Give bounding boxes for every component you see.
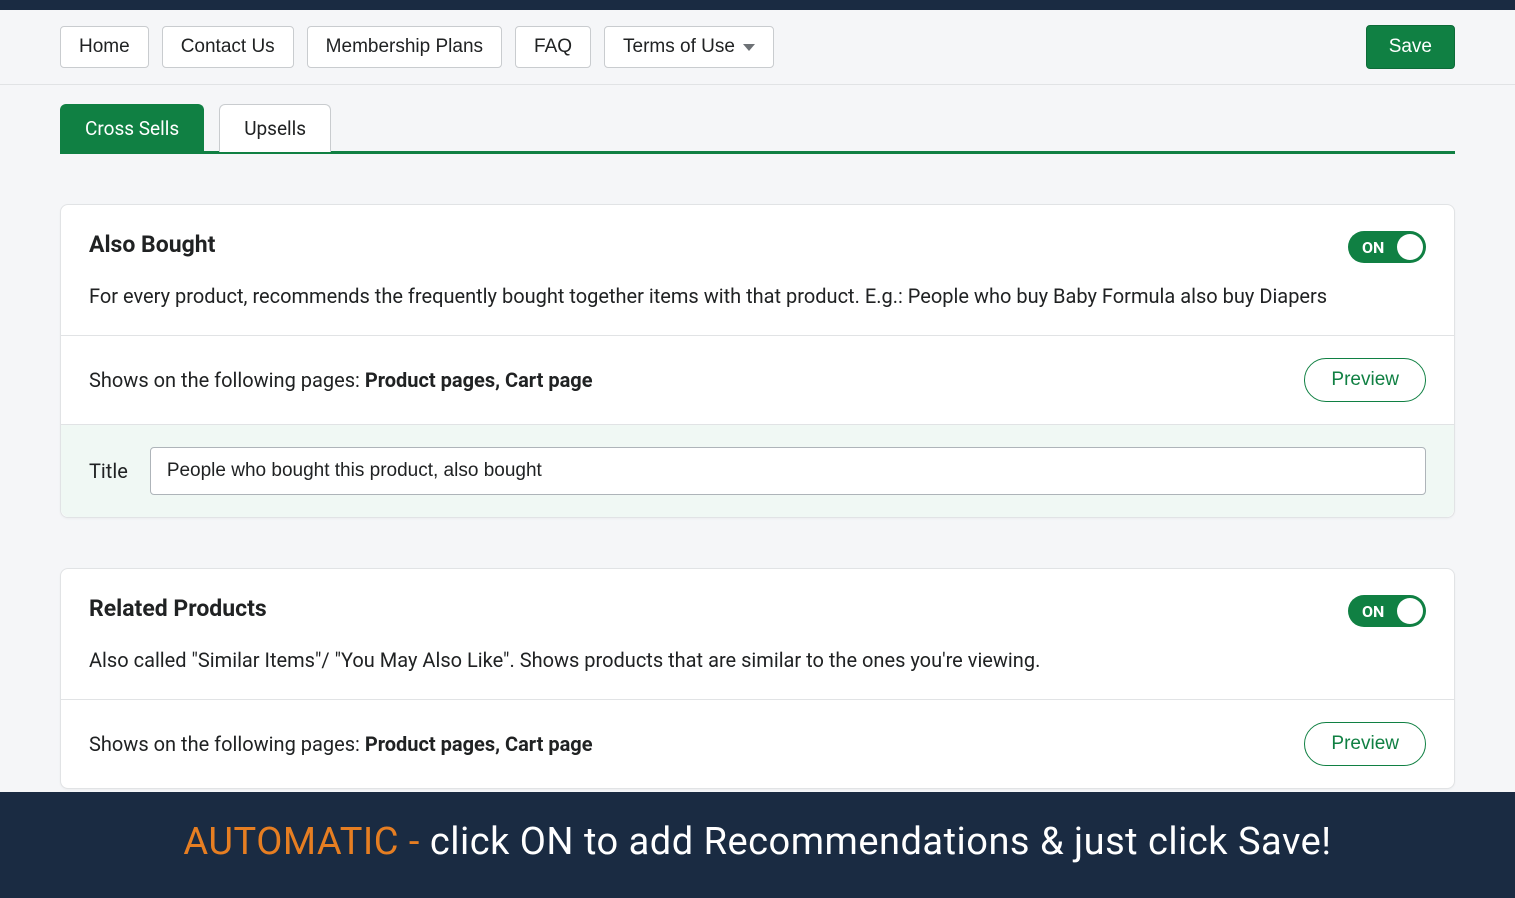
preview-button[interactable]: Preview xyxy=(1304,722,1426,766)
nav-buttons: Home Contact Us Membership Plans FAQ Ter… xyxy=(60,26,774,68)
bottom-banner: AUTOMATIC - click ON to add Recommendati… xyxy=(0,792,1515,898)
nav-membership-plans[interactable]: Membership Plans xyxy=(307,26,502,68)
save-label: Save xyxy=(1389,36,1432,57)
card-also-bought: Also Bought ON For every product, recomm… xyxy=(60,204,1455,518)
save-button[interactable]: Save xyxy=(1366,25,1455,69)
nav-label: Membership Plans xyxy=(326,36,483,58)
nav-terms-of-use[interactable]: Terms of Use xyxy=(604,26,774,68)
nav-contact-us[interactable]: Contact Us xyxy=(162,26,294,68)
toggle-knob xyxy=(1397,234,1423,260)
card-pages-row: Shows on the following pages: Product pa… xyxy=(61,335,1454,424)
card-header: Also Bought ON xyxy=(61,205,1454,263)
toggle-label: ON xyxy=(1362,238,1384,257)
main-content: Cross Sells Upsells Also Bought ON For e… xyxy=(0,103,1515,789)
pages-prefix: Shows on the following pages: xyxy=(89,368,365,392)
nav-label: Contact Us xyxy=(181,36,275,58)
card-related-products: Related Products ON Also called "Similar… xyxy=(60,568,1455,789)
card-pages-row: Shows on the following pages: Product pa… xyxy=(61,699,1454,788)
tabs: Cross Sells Upsells xyxy=(60,103,1455,154)
nav-label: Terms of Use xyxy=(623,36,735,58)
banner-accent: AUTOMATIC - xyxy=(183,820,429,864)
card-title-field-row: Title xyxy=(61,424,1454,517)
banner-rest: click ON to add Recommendations & just c… xyxy=(430,820,1332,864)
tab-upsells[interactable]: Upsells xyxy=(219,104,331,152)
nav-bar: Home Contact Us Membership Plans FAQ Ter… xyxy=(0,10,1515,85)
card-header: Related Products ON xyxy=(61,569,1454,627)
top-strip xyxy=(0,0,1515,10)
preview-button[interactable]: Preview xyxy=(1304,358,1426,402)
nav-home[interactable]: Home xyxy=(60,26,149,68)
tab-cross-sells[interactable]: Cross Sells xyxy=(60,104,204,152)
cards-container: Also Bought ON For every product, recomm… xyxy=(60,204,1455,789)
pages-text: Shows on the following pages: Product pa… xyxy=(89,732,593,756)
card-description: For every product, recommends the freque… xyxy=(61,263,1454,335)
card-description: Also called "Similar Items"/ "You May Al… xyxy=(61,627,1454,699)
pages-text: Shows on the following pages: Product pa… xyxy=(89,368,593,392)
toggle-also-bought[interactable]: ON xyxy=(1348,231,1426,263)
card-title: Also Bought xyxy=(89,231,215,258)
pages-value: Product pages, Cart page xyxy=(365,732,593,756)
toggle-related-products[interactable]: ON xyxy=(1348,595,1426,627)
toggle-knob xyxy=(1397,598,1423,624)
card-title: Related Products xyxy=(89,595,267,622)
nav-label: FAQ xyxy=(534,36,572,58)
title-input[interactable] xyxy=(150,447,1426,495)
nav-faq[interactable]: FAQ xyxy=(515,26,591,68)
nav-label: Home xyxy=(79,36,130,58)
pages-value: Product pages, Cart page xyxy=(365,368,593,392)
title-field-label: Title xyxy=(89,459,128,483)
preview-label: Preview xyxy=(1331,733,1399,754)
tab-label: Cross Sells xyxy=(85,117,179,140)
chevron-down-icon xyxy=(743,44,755,51)
toggle-label: ON xyxy=(1362,602,1384,621)
preview-label: Preview xyxy=(1331,369,1399,390)
tab-label: Upsells xyxy=(244,117,306,140)
pages-prefix: Shows on the following pages: xyxy=(89,732,365,756)
